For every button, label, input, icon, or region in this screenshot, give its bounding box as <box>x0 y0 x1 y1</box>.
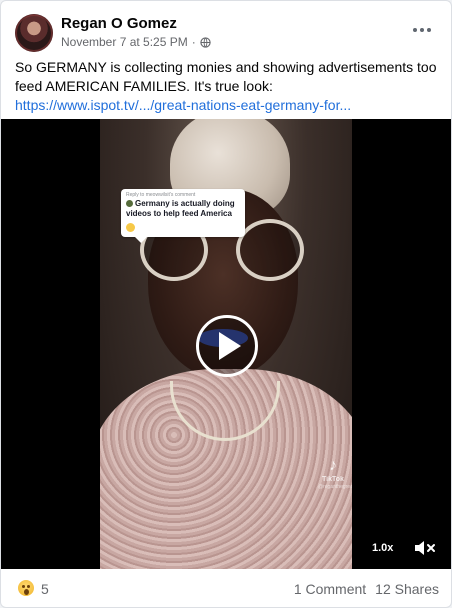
overlay-comment-text: Germany is actually doing videos to help… <box>126 199 240 219</box>
post-stats: 1 Comment 12 Shares <box>294 581 439 597</box>
play-icon <box>219 332 241 360</box>
more-dot <box>420 28 424 32</box>
tiktok-comment-overlay: Reply to meowwilsit's comment Germany is… <box>121 189 245 243</box>
post-body: So GERMANY is collecting monies and show… <box>15 59 437 94</box>
post-text: So GERMANY is collecting monies and show… <box>15 58 439 115</box>
meta-separator: · <box>191 35 196 49</box>
post-footer: 5 1 Comment 12 Shares <box>1 569 451 607</box>
reaction-eye <box>22 585 25 588</box>
overlay-comment: Germany is actually doing videos to help… <box>126 199 235 218</box>
reaction-count[interactable]: 5 <box>41 581 49 597</box>
wow-reaction-icon[interactable] <box>17 579 35 597</box>
overlay-reply-to: Reply to meowwilsit's comment <box>126 192 196 198</box>
tiktok-handle: @reganthegreat <box>318 484 352 490</box>
more-dot <box>413 28 417 32</box>
post-meta: November 7 at 5:25 PM · <box>61 35 211 49</box>
play-button[interactable] <box>196 315 258 377</box>
post-header: Regan O Gomez November 7 at 5:25 PM · <box>1 1 451 55</box>
commenter-avatar <box>126 200 133 208</box>
tiktok-logo-icon: ♪ <box>329 457 337 474</box>
avatar[interactable] <box>15 14 53 52</box>
globe-icon <box>200 36 211 48</box>
smile-emoji-icon <box>126 223 135 233</box>
playback-speed-button[interactable]: 1.0x <box>372 542 393 554</box>
more-dot <box>427 28 431 32</box>
volume-muted-icon[interactable] <box>413 538 437 558</box>
video-player[interactable]: Reply to meowwilsit's comment Germany is… <box>1 119 451 569</box>
video-scene-glasses-right <box>236 219 304 281</box>
avatar-ring <box>15 14 53 52</box>
facebook-post: Regan O Gomez November 7 at 5:25 PM · So… <box>0 0 452 608</box>
share-count[interactable]: 12 Shares <box>375 581 439 597</box>
post-timestamp[interactable]: November 7 at 5:25 PM <box>61 35 188 49</box>
author-name[interactable]: Regan O Gomez <box>61 15 177 32</box>
more-options-icon[interactable] <box>407 19 437 41</box>
tiktok-watermark-text: TikTok <box>322 476 344 483</box>
tiktok-watermark: ♪ TikTok @reganthegreat <box>318 457 352 491</box>
post-link[interactable]: https://www.ispot.tv/.../great-nations-e… <box>15 97 351 113</box>
comment-count[interactable]: 1 Comment <box>294 581 366 597</box>
reaction-mouth <box>24 589 29 595</box>
reaction-eye <box>27 585 30 588</box>
